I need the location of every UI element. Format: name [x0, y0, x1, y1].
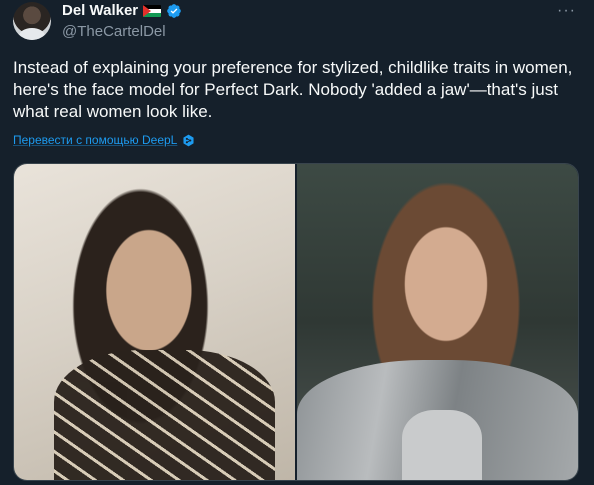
more-options-icon[interactable]: ···	[557, 2, 576, 20]
verified-badge-icon[interactable]	[166, 3, 182, 19]
avatar[interactable]	[13, 2, 51, 40]
photo-left-collar	[54, 350, 275, 480]
photo-right[interactable]	[297, 164, 578, 480]
photo-right-shirt	[402, 410, 482, 480]
tweet-text: Instead of explaining your preference fo…	[13, 58, 573, 121]
name-row: Del Walker	[62, 2, 182, 20]
author-name[interactable]: Del Walker	[62, 2, 138, 20]
deepl-icon	[183, 134, 194, 146]
translate-link[interactable]: Перевести с помощью DeepL	[13, 133, 177, 147]
media-grid	[13, 163, 579, 481]
translate-row: Перевести с помощью DeepL	[13, 133, 195, 147]
tweet: Del Walker @TheCartelDel ··· Instead of …	[0, 0, 594, 485]
author-handle[interactable]: @TheCartelDel	[62, 23, 182, 41]
author-block: Del Walker @TheCartelDel	[62, 2, 182, 41]
palestine-flag-icon	[143, 5, 162, 17]
avatar-shirt	[19, 28, 45, 40]
photo-left[interactable]	[14, 164, 295, 480]
